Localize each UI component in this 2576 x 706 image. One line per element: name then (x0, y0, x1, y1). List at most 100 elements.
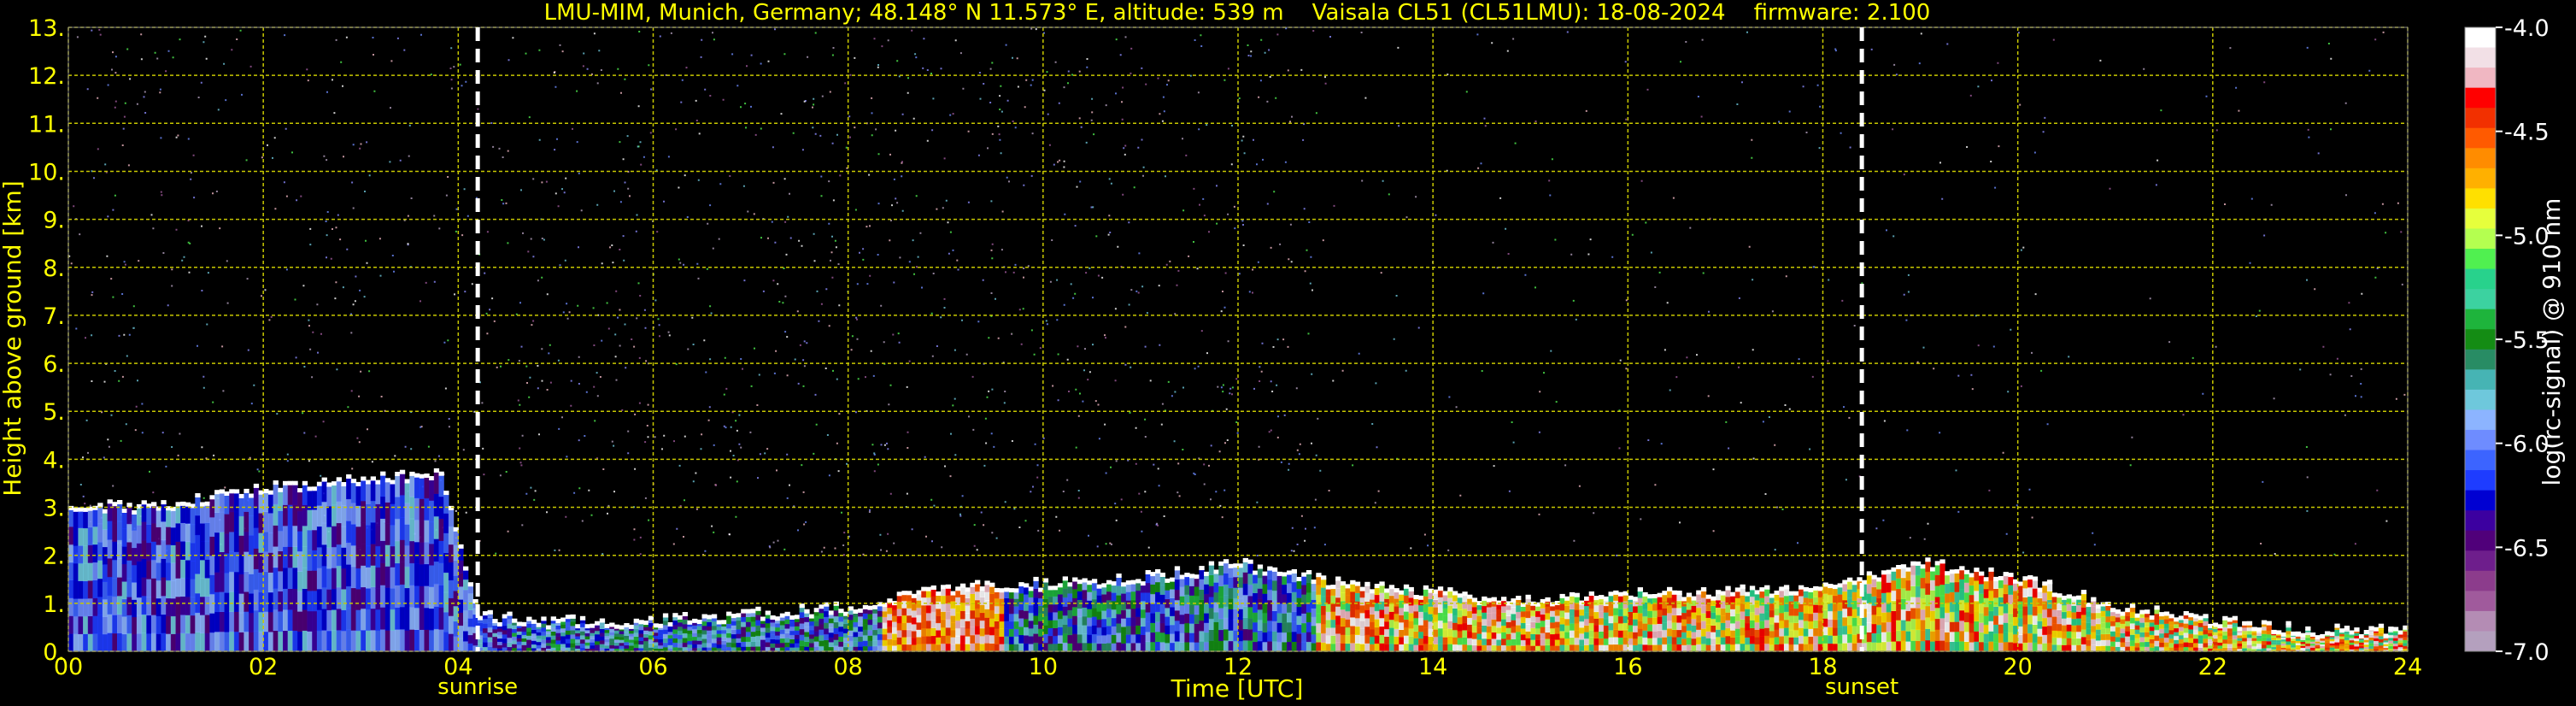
signal-cell (1301, 641, 1307, 652)
signal-cell (1813, 612, 1819, 621)
signal-cell (1067, 609, 1073, 619)
signal-cell (1253, 632, 1259, 643)
signal-cell (570, 633, 576, 639)
cloud-top-edge (1042, 578, 1049, 583)
cloud-top-edge (1028, 586, 1034, 591)
signal-cell (1647, 631, 1653, 638)
cloud-top-edge (1603, 596, 1610, 601)
y-tick-label: 13. (28, 15, 65, 42)
signal-cell (892, 627, 898, 634)
signal-cell (1740, 643, 1746, 652)
signal-cell (1106, 643, 1112, 652)
signal-cell (1905, 641, 1911, 652)
cloud-top-edge (458, 544, 464, 549)
signal-cell (1613, 607, 1619, 615)
signal-cell (2080, 644, 2087, 652)
signal-cell (921, 635, 927, 644)
cloud-top-edge (1418, 595, 1424, 600)
signal-cell (1608, 615, 1614, 624)
signal-cell (1170, 624, 1176, 634)
signal-cell (1963, 631, 1970, 642)
signal-cell (267, 492, 274, 514)
cloud-top-edge (102, 509, 109, 514)
signal-cell (2154, 629, 2160, 636)
cloud-top-edge (1077, 580, 1083, 585)
signal-cell (701, 625, 707, 631)
signal-cell (736, 624, 742, 630)
signal-cell (316, 630, 323, 652)
cloud-top-edge (2125, 608, 2131, 613)
signal-cell (1101, 610, 1107, 620)
signal-cell (1457, 630, 1463, 638)
signal-cell (438, 562, 444, 585)
cloud-top-edge (443, 491, 449, 496)
cloud-top-edge (692, 618, 698, 623)
signal-cell (1671, 644, 1677, 652)
signal-cell (955, 604, 961, 614)
signal-cell (2037, 628, 2043, 637)
signal-cell (1886, 582, 1892, 593)
signal-cell (687, 630, 693, 634)
signal-cell (1228, 587, 1234, 599)
signal-cell (2042, 609, 2048, 619)
signal-cell (1047, 627, 1053, 637)
signal-cell (478, 643, 484, 648)
signal-cell (1705, 603, 1711, 612)
signal-cell (141, 632, 147, 652)
signal-cell (779, 633, 786, 639)
signal-cell (1749, 603, 1756, 613)
signal-cell (672, 633, 678, 638)
signal-cell (1350, 643, 1356, 652)
signal-cell (1452, 629, 1458, 638)
signal-cell (1599, 617, 1605, 626)
signal-cell (1779, 604, 1785, 614)
signal-cell (901, 629, 907, 638)
signal-cell (233, 491, 240, 513)
signal-cell (1696, 600, 1702, 609)
signal-cell (195, 574, 201, 594)
signal-cell (809, 621, 815, 627)
signal-cell (1433, 607, 1439, 615)
signal-cell (1574, 623, 1580, 632)
signal-cell (779, 625, 786, 630)
signal-cell (312, 550, 318, 571)
signal-cell (2261, 626, 2268, 631)
signal-cell (1150, 632, 1156, 643)
signal-cell (253, 507, 260, 528)
signal-cell (102, 564, 109, 582)
signal-cell (1204, 641, 1210, 652)
signal-cell (813, 621, 819, 627)
cloud-top-edge (2212, 622, 2219, 627)
signal-cell (1159, 603, 1165, 615)
signal-cell (2100, 616, 2106, 623)
signal-cell (366, 545, 372, 568)
signal-cell (653, 644, 659, 649)
cloud-top-edge (1774, 591, 1780, 595)
signal-cell (1710, 605, 1716, 613)
cloud-top-edge (151, 502, 157, 507)
signal-cell (278, 530, 284, 551)
signal-cell (1457, 603, 1463, 611)
signal-cell (2174, 623, 2180, 629)
signal-cell (1969, 641, 1975, 652)
signal-cell (877, 616, 883, 623)
signal-cell (858, 636, 864, 642)
signal-cell (925, 604, 932, 614)
signal-cell (1974, 621, 1980, 632)
signal-cell (1408, 604, 1414, 614)
cloud-top-edge (1905, 567, 1911, 572)
signal-cell (1228, 630, 1234, 642)
signal-cell (1311, 633, 1317, 644)
chart-title: LMU-MIM, Munich, Germany; 48.148° N 11.5… (544, 0, 1931, 26)
signal-cell (731, 629, 737, 635)
signal-cell (862, 618, 869, 625)
signal-cell (346, 542, 352, 565)
signal-cell (204, 577, 210, 597)
signal-cell (195, 534, 201, 555)
signal-cell (2134, 620, 2140, 626)
signal-cell (307, 550, 313, 571)
signal-cell (2163, 623, 2170, 629)
signal-cell (736, 638, 742, 644)
signal-cell (925, 635, 932, 644)
signal-cell (1998, 587, 2004, 597)
